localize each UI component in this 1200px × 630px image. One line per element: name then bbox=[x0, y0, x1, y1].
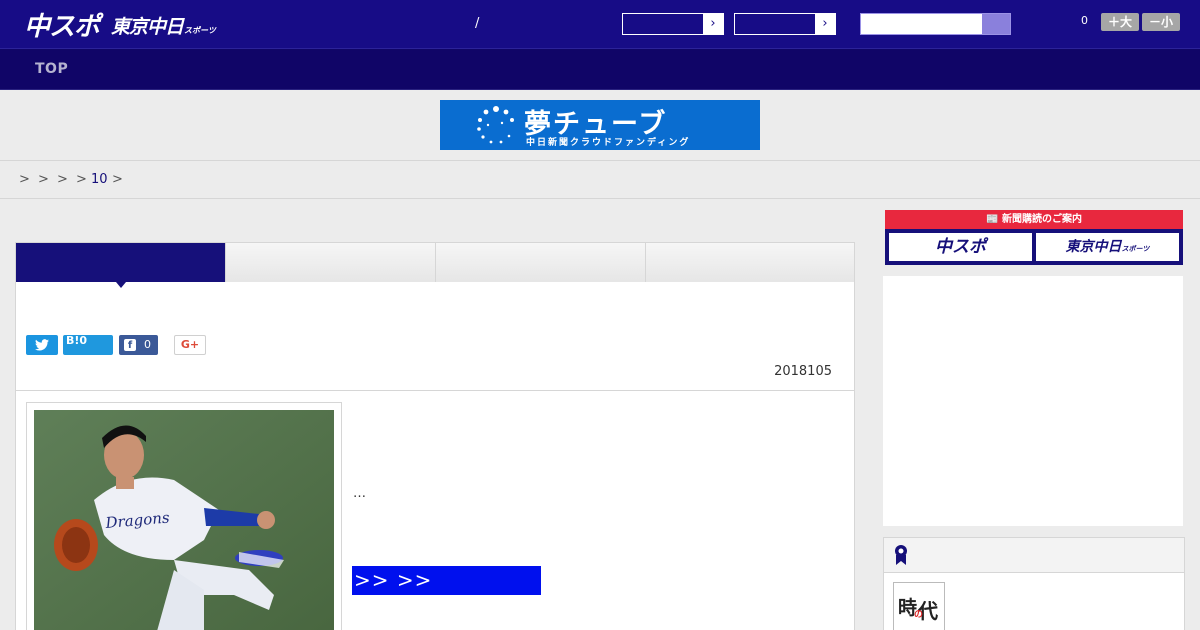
subscription-heading-text: 新聞購読のご案内 bbox=[1001, 214, 1082, 225]
subscribe-tokyo-chunichi-sublabel: スポーツ bbox=[1121, 245, 1150, 253]
tokyo-chunichi-logo-text: 東京中日 bbox=[111, 15, 184, 38]
article-excerpt: … bbox=[353, 486, 366, 501]
search-input[interactable] bbox=[861, 14, 983, 34]
search-button[interactable] bbox=[982, 14, 1010, 34]
subscription-box: 📰 新聞購読のご案内 中スポ 東京中日スポーツ bbox=[885, 210, 1183, 265]
header-select-2[interactable]: › bbox=[734, 13, 836, 35]
hatena-bookmark-button[interactable]: B!0 bbox=[63, 335, 113, 355]
subscribe-tokyo-chunichi-button[interactable]: 東京中日スポーツ bbox=[1036, 233, 1179, 261]
breadcrumb-separator: > bbox=[38, 172, 49, 187]
google-plus-share-button[interactable]: G+ bbox=[174, 335, 206, 355]
tab-2[interactable] bbox=[226, 243, 436, 282]
subscription-heading: 📰 新聞購読のご案内 bbox=[885, 210, 1183, 229]
tab-4[interactable] bbox=[646, 243, 854, 282]
read-more-button[interactable]: >> >> bbox=[352, 566, 541, 595]
chevron-right-icon: › bbox=[703, 14, 723, 34]
yume-tube-banner[interactable]: 夢チューブ 中日新聞クラウドファンディング bbox=[440, 100, 760, 150]
header-select-1[interactable]: › bbox=[622, 13, 724, 35]
breadcrumb-separator: > bbox=[112, 172, 123, 187]
tokyo-chunichi-logo-subtext: スポーツ bbox=[184, 25, 216, 35]
nav-item-top[interactable]: TOP bbox=[35, 61, 68, 77]
chevron-right-icon: › bbox=[815, 14, 835, 34]
award-ribbon-icon bbox=[895, 545, 907, 565]
ad-placeholder[interactable] bbox=[883, 276, 1183, 526]
twitter-share-button[interactable] bbox=[26, 335, 58, 355]
font-larger-button[interactable]: ＋大 bbox=[1101, 13, 1139, 31]
hatena-label: B! bbox=[66, 334, 80, 347]
facebook-icon: f bbox=[124, 339, 136, 351]
chuspo-logo-text: 中スポ bbox=[24, 11, 100, 42]
hatena-count: 0 bbox=[79, 334, 88, 347]
tab-3[interactable] bbox=[436, 243, 646, 282]
breadcrumb-separator: > bbox=[76, 172, 87, 187]
ranking-panel-header bbox=[884, 538, 1184, 573]
tab-1[interactable] bbox=[16, 243, 226, 288]
search-box bbox=[860, 13, 1011, 35]
subscribe-chuspo-button[interactable]: 中スポ bbox=[889, 233, 1032, 261]
breadcrumb-link[interactable]: 10 bbox=[91, 172, 108, 187]
tokyo-chunichi-logo[interactable]: 東京中日 スポーツ bbox=[111, 6, 216, 44]
font-smaller-button[interactable]: －小 bbox=[1142, 13, 1180, 31]
article-photo[interactable]: Dragons bbox=[34, 410, 334, 630]
chuspo-logo[interactable]: 中スポ bbox=[24, 5, 100, 43]
article-photo-frame: Dragons bbox=[26, 402, 342, 630]
active-tab-caret-icon bbox=[116, 282, 126, 288]
article-tabs bbox=[16, 243, 854, 288]
subscribe-tokyo-chunichi-label: 東京中日 bbox=[1065, 239, 1122, 255]
twitter-icon bbox=[35, 339, 49, 351]
ranking-panel: 時 代 の bbox=[883, 537, 1185, 630]
facebook-share-button[interactable]: f 0 bbox=[119, 335, 158, 355]
header-separator: / bbox=[475, 16, 480, 31]
dots-logo-icon bbox=[477, 106, 514, 144]
ranking-thumbnail[interactable]: 時 代 の bbox=[893, 582, 945, 630]
newspaper-icon: 📰 bbox=[986, 214, 999, 225]
article-card: B!0 f 0 G+ 2018105 Dragons … >> >> bbox=[15, 242, 855, 630]
banner-area: 夢チューブ 中日新聞クラウドファンディング bbox=[0, 90, 1200, 161]
site-header: 中スポ 東京中日 スポーツ / › › 0 ＋大 －小 bbox=[0, 0, 1200, 49]
facebook-count: 0 bbox=[144, 338, 151, 351]
breadcrumb: > > > > 10 > bbox=[0, 161, 1200, 199]
banner-subtitle: 中日新聞クラウドファンディング bbox=[526, 138, 691, 148]
divider bbox=[16, 390, 854, 391]
breadcrumb-separator: > bbox=[57, 172, 68, 187]
font-size-indicator: 0 bbox=[1081, 14, 1088, 27]
main-nav: TOP bbox=[0, 49, 1200, 90]
baseball-player-image: Dragons bbox=[34, 410, 334, 630]
breadcrumb-separator: > bbox=[19, 172, 30, 187]
thumb-kanji-3: の bbox=[914, 610, 924, 620]
article-date: 2018105 bbox=[774, 364, 832, 379]
